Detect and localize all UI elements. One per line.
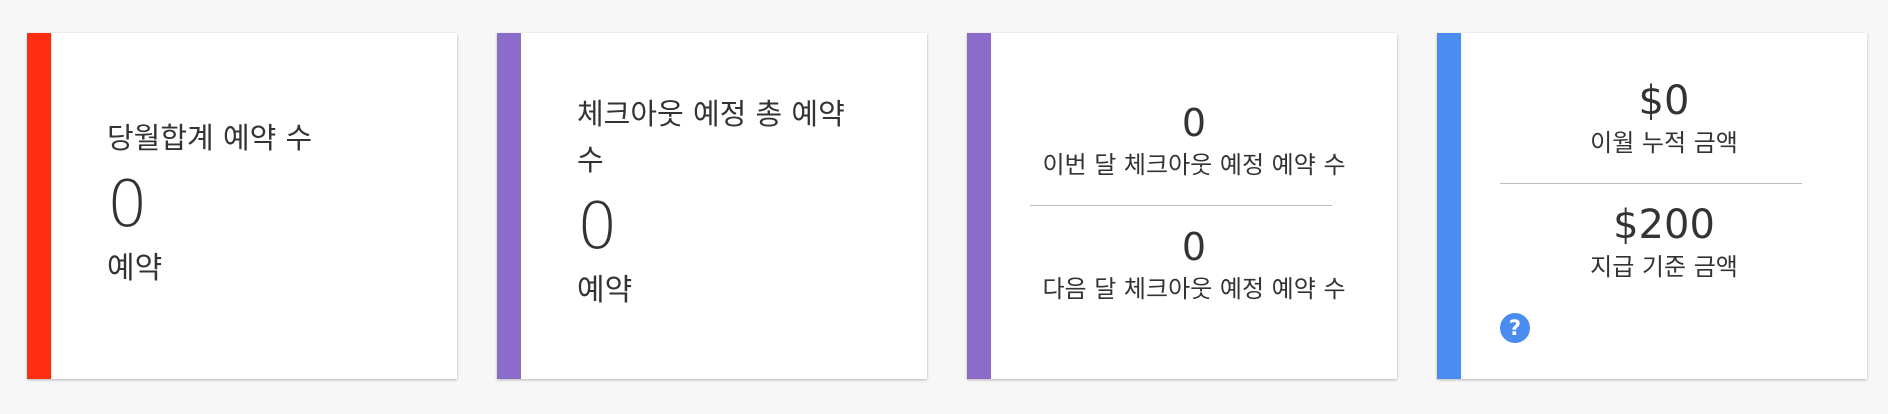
checkout-scheduled-total-card: 체크아웃 예정 총 예약 수 0 예약 <box>497 33 927 379</box>
count-unit-label: 예약 <box>107 251 163 286</box>
this-month-checkout-count: 0 <box>1181 101 1207 145</box>
checkout-by-month-card: 0 이번 달 체크아웃 예정 예약 수 0 다음 달 체크아웃 예정 예약 수 <box>967 33 1397 379</box>
card-title: 당월합계 예약 수 <box>107 121 313 155</box>
card-title: 체크아웃 예정 총 예약 수 <box>577 97 845 177</box>
reservation-count: 0 <box>107 168 148 242</box>
monthly-total-reservations-card: 당월합계 예약 수 0 예약 <box>27 33 457 379</box>
this-month-checkout-label: 이번 달 체크아웃 예정 예약 수 <box>1042 151 1346 179</box>
card-accent-bar <box>497 33 521 379</box>
count-unit-label: 예약 <box>577 273 633 308</box>
payout-amount-card: $0 이월 누적 금액 $200 지급 기준 금액 ? <box>1437 33 1867 379</box>
reservation-count: 0 <box>577 190 618 264</box>
payout-threshold-label: 지급 기준 금액 <box>1590 253 1738 281</box>
next-month-checkout-label: 다음 달 체크아웃 예정 예약 수 <box>1042 275 1346 303</box>
payout-threshold-amount: $200 <box>1613 202 1715 248</box>
card-accent-bar <box>967 33 991 379</box>
carried-over-amount-label: 이월 누적 금액 <box>1590 129 1738 157</box>
divider <box>1030 205 1332 206</box>
divider <box>1500 183 1802 184</box>
card-accent-bar <box>27 33 51 379</box>
question-circle-icon[interactable]: ? <box>1500 313 1530 343</box>
next-month-checkout-count: 0 <box>1181 225 1207 269</box>
carried-over-amount: $0 <box>1638 78 1690 124</box>
card-accent-bar <box>1437 33 1461 379</box>
